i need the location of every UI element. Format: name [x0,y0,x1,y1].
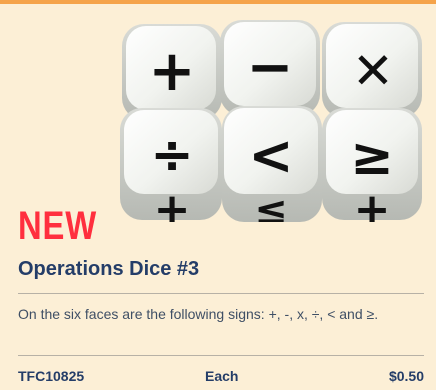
description-divider [18,355,424,356]
plus-symbol: + [149,39,196,104]
product-description: On the six faces are the following signs… [18,306,379,322]
divide-symbol: ÷ [150,125,194,185]
side-less-equal-symbol: ≤ [254,188,288,222]
sku-row: TFC10825 Each $0.50 [18,367,424,385]
top-accent-bar [0,0,436,4]
side-plus-symbol: + [154,184,191,222]
times-symbol: ✕ [352,42,394,100]
minus-symbol: − [247,35,294,100]
product-title: Operations Dice #3 [18,258,200,280]
sku-unit: Each [205,368,239,384]
new-badge: NEW [18,204,97,248]
sku-code: TFC10825 [18,368,85,384]
title-divider [18,293,424,294]
less-than-symbol: < [248,124,293,187]
sku-price: $0.50 [388,368,424,384]
greater-equal-symbol: ≥ [350,127,394,187]
dice-image: + − ✕ ÷ < ≥ + ≤ + [120,20,422,222]
side-plus-symbol-2: + [354,184,391,222]
